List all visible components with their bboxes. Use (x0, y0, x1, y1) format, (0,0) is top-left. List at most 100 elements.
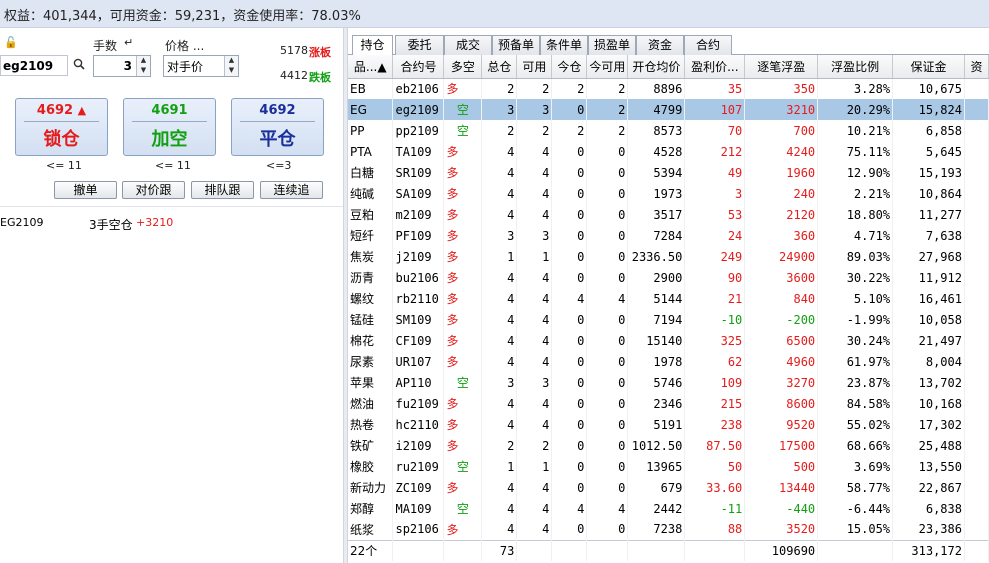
price-up-button[interactable]: ▲ (224, 56, 238, 66)
cell-available: 1 (516, 246, 553, 267)
cell-today: 0 (551, 162, 588, 183)
cell-product: 焦炭 (348, 246, 394, 267)
cell-float-pl: 700 (744, 120, 819, 141)
table-row[interactable]: EG eg2109 空 3 3 0 2 4799 107 3210 20.29% 15,824 (348, 99, 989, 120)
lots-down-button[interactable]: ▼ (136, 66, 150, 76)
close-position-button[interactable]: 4692 平仓 (231, 98, 324, 156)
cell-float-pl: 9520 (744, 414, 819, 435)
lock-position-button[interactable]: 4692 ▲ 锁仓 (15, 98, 108, 156)
price-down-button[interactable]: ▼ (224, 66, 238, 76)
table-row[interactable]: PTA TA109 多 4 4 0 0 4528 212 4240 75.11% 5,645 (348, 141, 989, 162)
table-row[interactable]: 螺纹 rb2110 多 4 4 4 4 5144 21 840 5.10% 16,461 (348, 288, 989, 309)
cell-direction: 多 (443, 351, 483, 372)
column-header-product[interactable]: 品...▲ (348, 55, 394, 79)
cell-float-pl: 4960 (744, 351, 819, 372)
column-header-today-available[interactable]: 今可用 (586, 55, 629, 79)
cell-today-available: 0 (586, 351, 629, 372)
lots-up-button[interactable]: ▲ (136, 56, 150, 66)
table-row[interactable]: PP pp2109 空 2 2 2 2 8573 70 700 10.21% 6,858 (348, 120, 989, 141)
column-header-extra[interactable]: 资 (964, 55, 989, 79)
cell-contract: SM109 (392, 309, 445, 330)
table-row[interactable]: 豆粕 m2109 多 4 4 0 0 3517 53 2120 18.80% 11,277 (348, 204, 989, 225)
cell-avg-open-price: 2442 (627, 498, 686, 519)
cell-avg-open-price: 1973 (627, 183, 686, 204)
tab-stop-orders[interactable]: 损盈单 (588, 35, 636, 55)
cell-avg-open-price: 5746 (627, 372, 686, 393)
cell-today: 0 (551, 99, 588, 120)
table-row[interactable]: 短纤 PF109 多 3 3 0 0 7284 24 360 4.71% 7,638 (348, 225, 989, 246)
cell-profit-price: 49 (684, 162, 746, 183)
tab-conditional-orders[interactable]: 条件单 (540, 35, 588, 55)
price-mode-value: 对手价 (167, 60, 204, 74)
close-price: 4692 (259, 103, 296, 118)
cell-float-pl-ratio: 58.77% (817, 477, 894, 498)
tab-funds[interactable]: 资金 (636, 35, 684, 55)
column-header-direction[interactable]: 多空 (443, 55, 483, 79)
cell-product: 新动力 (348, 477, 394, 498)
table-row[interactable]: 沥青 bu2106 多 4 4 0 0 2900 90 3600 30.22% 11,912 (348, 267, 989, 288)
cell-product: PTA (348, 141, 394, 162)
cell-float-pl: 500 (744, 456, 819, 477)
column-header-avg-open-price[interactable]: 开仓均价 (627, 55, 686, 79)
cell-profit-price: 21 (684, 288, 746, 309)
table-row[interactable]: 郑醇 MA109 空 4 4 4 4 2442 -11 -440 -6.44% 6,838 (348, 498, 989, 519)
table-row[interactable]: 锰硅 SM109 多 4 4 0 0 7194 -10 -200 -1.99% 10,058 (348, 309, 989, 330)
table-row[interactable]: 热卷 hc2110 多 4 4 0 0 5191 238 9520 55.02% 17,302 (348, 414, 989, 435)
cell-float-pl-ratio: 10.21% (817, 120, 894, 141)
cell-profit-price: 87.50 (684, 435, 746, 456)
column-header-available[interactable]: 可用 (516, 55, 553, 79)
price-mode-stepper[interactable]: 对手价 ▲ ▼ (163, 55, 239, 77)
lots-stepper[interactable]: 3 ▲ ▼ (93, 55, 151, 77)
tab-positions[interactable]: 持仓 (352, 35, 393, 56)
reverse-icon[interactable]: ↵ (124, 36, 133, 49)
tab-orders[interactable]: 委托 (395, 35, 444, 55)
column-header-total[interactable]: 总仓 (481, 55, 518, 79)
cell-margin: 10,675 (892, 78, 965, 99)
cell-contract: CF109 (392, 330, 445, 351)
table-row[interactable]: 棉花 CF109 多 4 4 0 0 15140 325 6500 30.24% 21,497 (348, 330, 989, 351)
lots-value: 3 (123, 59, 132, 73)
table-row[interactable]: 新动力 ZC109 多 4 4 0 0 679 33.60 13440 58.77% 22,867 (348, 477, 989, 498)
table-row[interactable]: EB eb2106 多 2 2 2 2 8896 35 350 3.28% 10,675 (348, 78, 989, 99)
lock-icon[interactable]: 🔓 (4, 36, 18, 49)
column-header-today[interactable]: 今仓 (551, 55, 588, 79)
table-row[interactable]: 白糖 SR109 多 4 4 0 0 5394 49 1960 12.90% 15,193 (348, 162, 989, 183)
cancel-order-button[interactable]: 撤单 (54, 181, 117, 199)
follow-queue-button[interactable]: 排队跟 (191, 181, 254, 199)
table-row[interactable]: 橡胶 ru2109 空 1 1 0 0 13965 50 500 3.69% 13,550 (348, 456, 989, 477)
tab-trades[interactable]: 成交 (444, 35, 492, 55)
table-row[interactable]: 纯碱 SA109 多 4 4 0 0 1973 3 240 2.21% 10,864 (348, 183, 989, 204)
table-row[interactable]: 苹果 AP110 空 3 3 0 0 5746 109 3270 23.87% 13,702 (348, 372, 989, 393)
table-row[interactable]: 尿素 UR107 多 4 4 0 0 1978 62 4960 61.97% 8,004 (348, 351, 989, 372)
follow-counter-price-button[interactable]: 对价跟 (122, 181, 185, 199)
cell-profit-price: 35 (684, 78, 746, 99)
cell-available: 4 (516, 183, 553, 204)
tab-contracts[interactable]: 合约 (684, 35, 732, 55)
summary-row: 22个 73 109690 313,172 (348, 539, 989, 561)
column-header-float-pl-ratio[interactable]: 浮盈比例 (817, 55, 894, 79)
tab-prepared-orders[interactable]: 预备单 (492, 35, 540, 55)
column-header-contract[interactable]: 合约号 (392, 55, 445, 79)
cell-product: 纯碱 (348, 183, 394, 204)
cell-float-pl-ratio: 15.05% (817, 519, 894, 540)
continuous-chase-button[interactable]: 连续追 (260, 181, 323, 199)
table-row[interactable]: 纸浆 sp2106 多 4 4 0 0 7238 88 3520 15.05% 23,386 (348, 519, 989, 540)
cell-total: 2 (481, 435, 518, 456)
search-icon[interactable] (73, 58, 85, 73)
cell-margin: 21,497 (892, 330, 965, 351)
positions-table: 品...▲ 合约号 多空 总仓 可用 今仓 今可用 开仓均价 盈利价... 逐笔浮盈 浮盈比例 保证金… (348, 55, 989, 561)
cell-avg-open-price: 1012.50 (627, 435, 686, 456)
cell-today-available: 0 (586, 372, 629, 393)
table-row[interactable]: 焦炭 j2109 多 1 1 0 0 2336.50 249 24900 89.03% 27,968 (348, 246, 989, 267)
symbol-input[interactable]: eg2109 (0, 55, 68, 76)
column-header-profit-price[interactable]: 盈利价... (684, 55, 746, 79)
cell-extra (964, 78, 989, 99)
cell-today: 0 (551, 477, 588, 498)
column-header-margin[interactable]: 保证金 (892, 55, 965, 79)
add-short-button[interactable]: 4691 加空 (123, 98, 216, 156)
price-label[interactable]: 价格 ... (165, 37, 204, 54)
table-row[interactable]: 铁矿 i2109 多 2 2 0 0 1012.50 87.50 17500 68.66% 25,48… (348, 435, 989, 456)
column-header-float-pl[interactable]: 逐笔浮盈 (744, 55, 819, 79)
table-row[interactable]: 燃油 fu2109 多 4 4 0 0 2346 215 8600 84.58% 10,168 (348, 393, 989, 414)
cell-contract: MA109 (392, 498, 445, 519)
